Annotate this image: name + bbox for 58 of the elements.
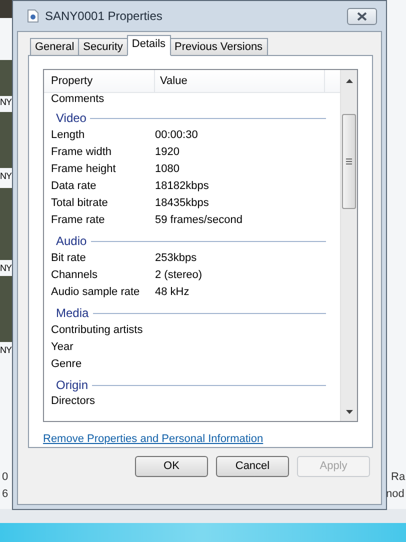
property-name: Year bbox=[50, 340, 74, 356]
photo-placeholder bbox=[0, 188, 12, 260]
group-heading: Video bbox=[56, 110, 86, 127]
property-value: 18435kbps bbox=[155, 196, 209, 212]
property-name: Channels bbox=[50, 268, 98, 284]
close-icon bbox=[357, 12, 367, 20]
property-value: 00:00:30 bbox=[155, 128, 198, 144]
scroll-down-icon bbox=[346, 410, 352, 414]
column-header[interactable]: Property bbox=[44, 70, 155, 92]
property-value: 48 kHz bbox=[155, 285, 190, 300]
property-name: Frame height bbox=[50, 162, 117, 178]
photo-placeholder bbox=[0, 0, 12, 18]
property-value: 59 frames/second bbox=[155, 213, 242, 228]
dialog-button[interactable]: OK bbox=[135, 456, 208, 477]
column-header[interactable]: Value bbox=[155, 70, 325, 92]
scrollbar[interactable] bbox=[340, 70, 357, 420]
tab[interactable]: General bbox=[30, 38, 80, 56]
property-name: Length bbox=[50, 128, 86, 144]
property-value: 253kbps bbox=[155, 251, 197, 266]
photo-placeholder bbox=[0, 112, 12, 168]
remove-properties-link[interactable]: Remove Properties and Personal Information bbox=[43, 430, 264, 447]
tab[interactable]: Details bbox=[126, 35, 171, 56]
property-name: Directors bbox=[50, 395, 96, 408]
close-button[interactable] bbox=[347, 8, 377, 24]
property-name: Frame rate bbox=[50, 213, 106, 228]
window-title: SANY0001 Properties bbox=[45, 8, 162, 25]
property-value: 18182kbps bbox=[155, 179, 209, 194]
group-heading: Audio bbox=[56, 233, 87, 250]
scroll-up-icon bbox=[346, 79, 352, 83]
property-value: 2 (stereo) bbox=[155, 268, 202, 284]
background-text: nod bbox=[386, 488, 404, 501]
property-name: Audio sample rate bbox=[50, 285, 141, 300]
thumbnail-label: NY bbox=[0, 97, 12, 108]
property-value: 1920 bbox=[155, 145, 180, 160]
grip-icon bbox=[346, 158, 352, 165]
photo-placeholder bbox=[0, 276, 12, 342]
property-name: Data rate bbox=[50, 179, 98, 194]
thumbnail-label: NY bbox=[0, 171, 12, 182]
group-heading: Media bbox=[56, 305, 89, 322]
background-text: 6 bbox=[2, 488, 8, 501]
group-heading: Origin bbox=[56, 377, 88, 394]
property-name: Total bitrate bbox=[50, 196, 109, 212]
scrollbar-thumb[interactable] bbox=[342, 114, 356, 209]
property-name: Genre bbox=[50, 357, 83, 372]
dialog-button[interactable]: Cancel bbox=[216, 456, 289, 477]
property-name: Bit rate bbox=[50, 251, 87, 266]
property-name: Contributing artists bbox=[50, 323, 144, 338]
file-icon bbox=[27, 9, 39, 23]
background-text: 0 bbox=[2, 471, 8, 484]
property-name: Frame width bbox=[50, 145, 113, 160]
thumbnail-label: NY bbox=[0, 345, 12, 356]
photo-placeholder bbox=[0, 60, 12, 96]
thumbnail-label: NY bbox=[0, 263, 12, 274]
property-value: 1080 bbox=[155, 162, 180, 178]
tab[interactable]: Security bbox=[78, 38, 128, 56]
background-text: Ra bbox=[391, 471, 406, 484]
property-name: Comments bbox=[50, 93, 104, 106]
tab[interactable]: Previous Versions bbox=[170, 38, 268, 56]
